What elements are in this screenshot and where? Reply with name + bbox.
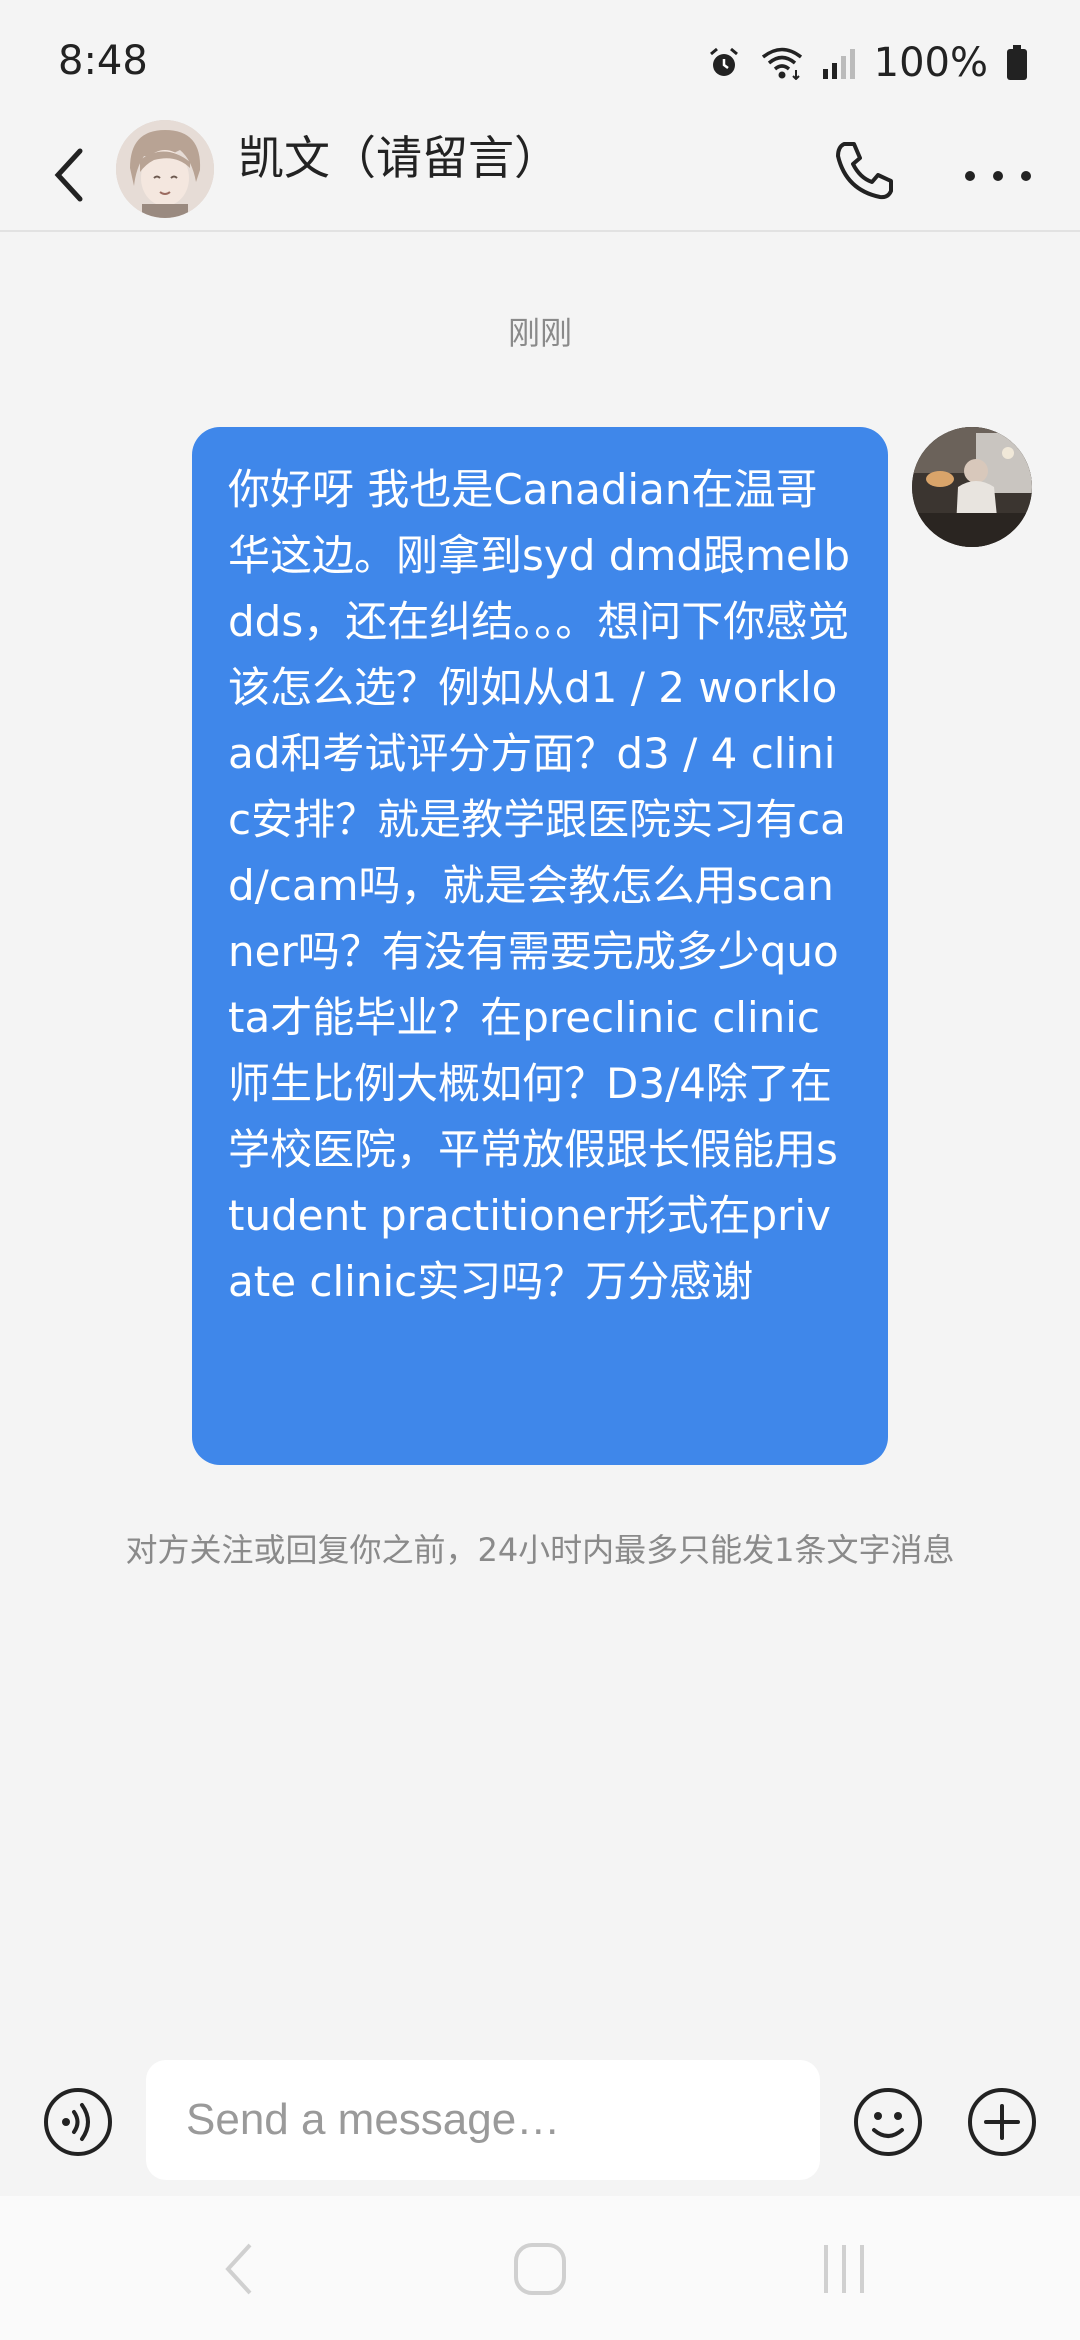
voice-icon	[44, 2088, 112, 2156]
message-limit-notice: 对方关注或回复你之前，24小时内最多只能发1条文字消息	[125, 1531, 955, 1569]
system-navigation-bar	[0, 2196, 1080, 2340]
status-icons: 100%	[706, 40, 1028, 86]
plus-icon	[968, 2088, 1036, 2156]
more-button[interactable]	[958, 134, 1038, 206]
call-button[interactable]	[828, 134, 900, 206]
nav-home-button[interactable]	[500, 2234, 580, 2304]
nav-back-button[interactable]	[198, 2234, 278, 2304]
status-time: 8:48	[58, 38, 148, 84]
self-photo-image	[912, 427, 1032, 547]
back-icon	[54, 148, 83, 202]
nav-back-icon	[225, 2243, 252, 2295]
anime-avatar-image	[116, 120, 214, 218]
nav-recents-button[interactable]	[804, 2234, 884, 2304]
nav-home-icon	[514, 2243, 566, 2295]
self-avatar[interactable]	[912, 427, 1032, 547]
back-button[interactable]	[40, 132, 96, 218]
signal-icon	[822, 49, 855, 79]
plus-button[interactable]	[966, 2086, 1038, 2158]
chat-header: 凯文（请留言）	[0, 120, 1080, 232]
contact-avatar[interactable]	[116, 120, 214, 218]
alarm-icon	[709, 47, 738, 76]
contact-name: 凯文（请留言）	[238, 131, 560, 185]
battery-percent: 100%	[873, 40, 988, 86]
nav-recents-icon	[824, 2245, 864, 2293]
message-timestamp: 刚刚	[507, 314, 572, 352]
voice-button[interactable]	[42, 2086, 114, 2158]
emoji-icon	[854, 2088, 922, 2156]
emoji-button[interactable]	[852, 2086, 924, 2158]
phone-icon	[836, 142, 893, 200]
status-bar: 8:48 100%	[0, 0, 1080, 120]
wifi-icon	[761, 47, 802, 80]
battery-icon	[1007, 45, 1027, 80]
more-icon	[965, 171, 1031, 181]
sent-message-bubble[interactable]: 你好呀 我也是Canadian在温哥华这边。刚拿到syd dmd跟melb dd…	[192, 427, 888, 1465]
message-input[interactable]	[146, 2060, 820, 2180]
